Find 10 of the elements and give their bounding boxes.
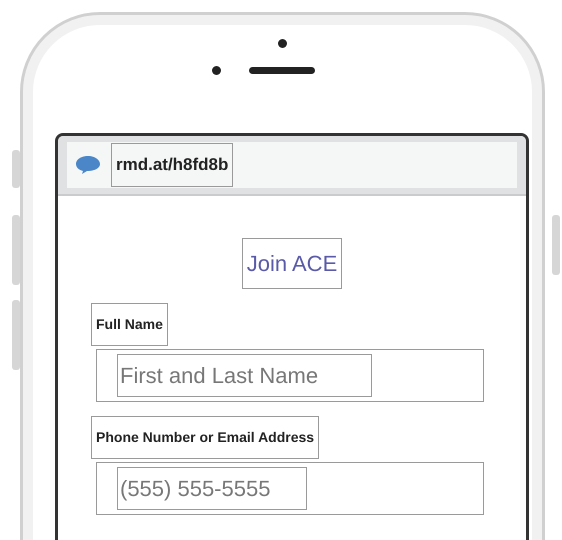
speaker-slot <box>249 67 315 74</box>
url-text: rmd.at/h8fd8b <box>111 143 234 187</box>
field-label: Full Name <box>91 303 168 346</box>
camera-dot <box>212 66 221 75</box>
field-label: Phone Number or Email Address <box>91 416 320 459</box>
text-field[interactable]: First and Last Name <box>96 349 484 402</box>
form-title: Join ACE <box>242 238 342 289</box>
sensor-dot <box>278 39 287 48</box>
speech-bubble-icon <box>75 155 101 175</box>
text-field[interactable]: (555) 555-5555 <box>96 462 484 515</box>
